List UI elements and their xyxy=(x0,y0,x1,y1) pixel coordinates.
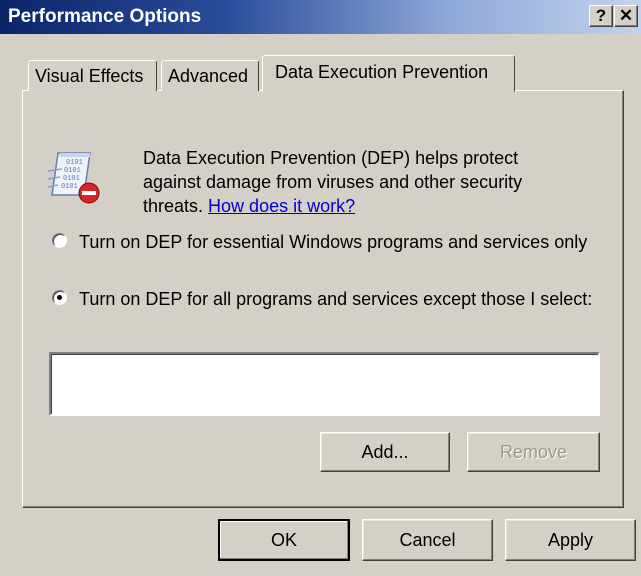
radio-essential[interactable] xyxy=(52,233,67,248)
dep-description: Data Execution Prevention (DEP) helps pr… xyxy=(143,146,573,218)
close-button[interactable]: ✕ xyxy=(614,5,638,27)
cancel-button[interactable]: Cancel xyxy=(362,519,493,561)
how-does-it-work-link[interactable]: How does it work? xyxy=(208,196,355,216)
help-button[interactable]: ? xyxy=(589,5,613,27)
title-bar[interactable]: Performance Options ? ✕ xyxy=(0,0,641,34)
tab-advanced[interactable]: Advanced xyxy=(161,60,259,91)
svg-text:0101: 0101 xyxy=(66,159,83,167)
apply-button[interactable]: Apply xyxy=(505,519,636,561)
tab-visual-effects[interactable]: Visual Effects xyxy=(28,60,157,91)
svg-text:0101: 0101 xyxy=(61,183,78,191)
svg-text:0101: 0101 xyxy=(64,167,81,175)
dep-shield-icon: 0101 0101 0101 0101 xyxy=(44,149,104,205)
exceptions-listbox[interactable] xyxy=(49,352,600,416)
radio-all-programs-label: Turn on DEP for all programs and service… xyxy=(79,289,593,309)
radio-all-programs[interactable] xyxy=(52,290,67,305)
remove-button[interactable]: Remove xyxy=(467,432,600,472)
svg-text:0101: 0101 xyxy=(63,175,80,183)
add-button[interactable]: Add... xyxy=(320,432,450,472)
window-title: Performance Options xyxy=(8,6,202,27)
radio-essential-label: Turn on DEP for essential Windows progra… xyxy=(79,232,588,252)
tab-data-execution-prevention[interactable]: Data Execution Prevention xyxy=(262,55,515,92)
ok-button[interactable]: OK xyxy=(218,519,350,561)
